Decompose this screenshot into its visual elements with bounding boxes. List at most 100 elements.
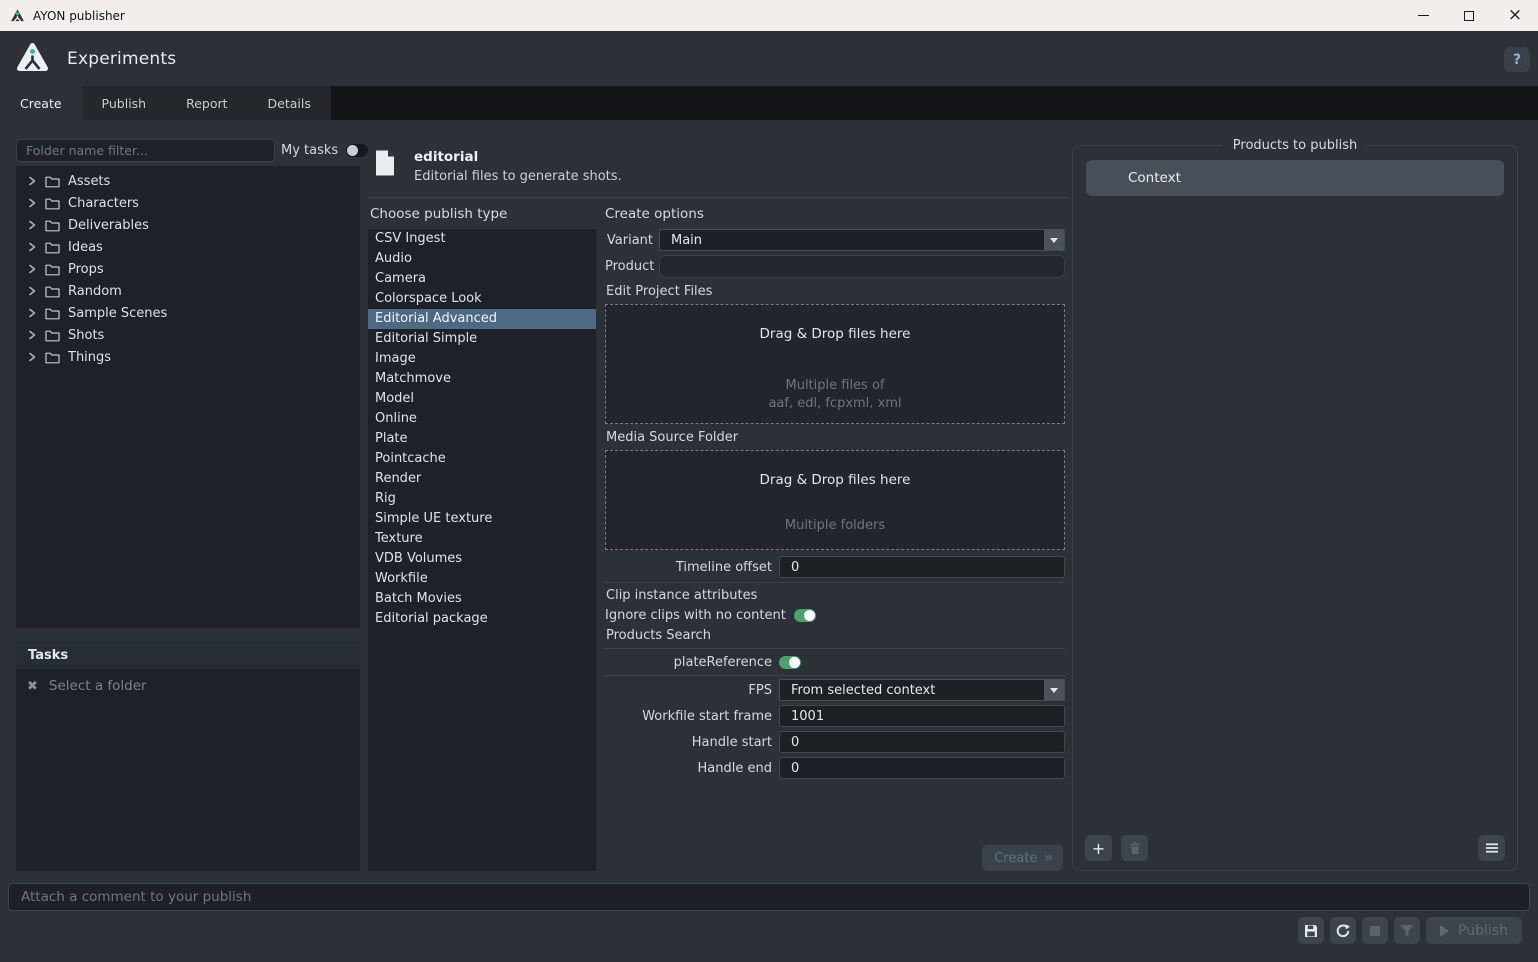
chevron-right-icon[interactable] [27,176,37,186]
tab[interactable]: Details [248,86,331,120]
maximize-button[interactable] [1446,0,1492,31]
divider [368,197,1068,198]
handle-start-input[interactable] [779,731,1065,753]
help-button[interactable]: ? [1504,47,1530,72]
publish-type-item[interactable]: Workfile [368,569,596,589]
chevron-right-icon[interactable] [27,242,37,252]
publish-type-item[interactable]: Camera [368,269,596,289]
project-files-dropzone[interactable]: Drag & Drop files here Multiple files of… [605,304,1065,424]
folder-tree-item[interactable]: Ideas [16,236,360,258]
folder-tree-item[interactable]: Random [16,280,360,302]
publish-type-item[interactable]: VDB Volumes [368,549,596,569]
media-source-dropzone[interactable]: Drag & Drop files here Multiple folders [605,450,1065,550]
folder-filter-input[interactable] [16,139,275,162]
tab-bar: Create Publish Report Details [0,86,1538,120]
toggle-knob [789,657,800,668]
product-instance-item[interactable]: Context [1086,160,1504,196]
tab[interactable]: Publish [82,86,167,120]
folder-icon [45,263,60,276]
folder-tree-item[interactable]: Deliverables [16,214,360,236]
publish-type-item[interactable]: Texture [368,529,596,549]
publish-type-item[interactable]: Audio [368,249,596,269]
chevron-right-icon[interactable] [27,198,37,208]
comment-input[interactable] [8,883,1530,911]
publish-type-item[interactable]: Editorial package [368,609,596,629]
publish-button[interactable]: Publish [1426,917,1522,944]
window-controls: × [1400,0,1538,31]
publish-type-item[interactable]: Batch Movies [368,589,596,609]
timeline-offset-label: Timeline offset [605,560,772,575]
fps-select[interactable]: From selected context [779,679,1065,701]
chevron-right-icon[interactable] [27,352,37,362]
publish-type-item[interactable]: Model [368,389,596,409]
timeline-offset-input[interactable] [779,556,1065,578]
variant-label: Variant [605,233,653,248]
workfile-start-input[interactable] [779,705,1065,727]
stop-button[interactable] [1362,917,1388,944]
plate-reference-toggle[interactable] [779,656,801,669]
publish-type-item[interactable]: Editorial Simple [368,329,596,349]
trash-icon [1128,841,1142,855]
handle-end-input[interactable] [779,757,1065,779]
fps-dropdown-button[interactable] [1044,680,1064,700]
folder-icon [45,197,60,210]
ayon-logo-icon [16,42,49,76]
publish-type-item[interactable]: Matchmove [368,369,596,389]
chevron-right-icon[interactable] [27,264,37,274]
publish-type-item[interactable]: Simple UE texture [368,509,596,529]
close-button[interactable]: × [1492,0,1538,31]
add-instance-button[interactable]: + [1085,835,1112,861]
ignore-clips-toggle[interactable] [794,609,816,622]
publish-type-item[interactable]: Colorspace Look [368,289,596,309]
folder-tree-item[interactable]: Props [16,258,360,280]
publish-type-item[interactable]: Render [368,469,596,489]
folder-tree-item[interactable]: Assets [16,170,360,192]
tab[interactable]: Create [0,86,82,120]
fps-value: From selected context [780,683,1044,698]
divider [605,675,1065,676]
instance-menu-button[interactable] [1478,835,1505,861]
folder-tree-item[interactable]: Things [16,346,360,368]
folder-tree-item[interactable]: Characters [16,192,360,214]
delete-instance-button[interactable] [1121,835,1148,861]
publish-type-item[interactable]: Pointcache [368,449,596,469]
publish-type-item[interactable]: Online [368,409,596,429]
minimize-button[interactable] [1400,0,1446,31]
media-source-label: Media Source Folder [606,430,1065,445]
folder-icon [45,285,60,298]
chevron-right-icon[interactable] [27,286,37,296]
folder-tree-item[interactable]: Sample Scenes [16,302,360,324]
folder-name: Random [68,284,122,299]
tasks-empty-label: Select a folder [49,678,147,694]
create-button[interactable]: Create » [982,845,1063,871]
chevron-down-icon [1050,688,1058,693]
dropzone-title: Drag & Drop files here [760,326,911,342]
app-window: AYON publisher × Experiments ? Create Pu… [0,0,1538,962]
publish-type-item[interactable]: Editorial Advanced [368,309,596,329]
folder-tree-item[interactable]: Shots [16,324,360,346]
publish-type-item[interactable]: Plate [368,429,596,449]
handle-start-label: Handle start [605,735,772,750]
my-tasks-toggle[interactable] [346,144,368,157]
save-button[interactable] [1298,917,1324,944]
product-input[interactable] [659,255,1065,278]
divider [605,648,1065,649]
filter-button[interactable] [1394,917,1420,944]
tab[interactable]: Report [166,86,247,120]
publish-type-item[interactable]: CSV Ingest [368,229,596,249]
chevron-right-icon[interactable] [27,220,37,230]
publish-type-item[interactable]: Image [368,349,596,369]
variant-select[interactable]: Main [659,229,1065,251]
publish-type-header: Choose publish type [370,206,507,222]
window-title: AYON publisher [33,9,125,23]
refresh-icon [1335,923,1351,939]
chevron-right-icon[interactable] [27,308,37,318]
publish-type-item[interactable]: Rig [368,489,596,509]
variant-dropdown-button[interactable] [1044,230,1064,250]
ignore-clips-label: Ignore clips with no content [605,608,786,623]
handle-end-label: Handle end [605,761,772,776]
dropzone-hint: Multiple folders [785,517,885,535]
chevron-right-icon[interactable] [27,330,37,340]
create-options-header: Create options [605,206,704,222]
refresh-button[interactable] [1330,917,1356,944]
